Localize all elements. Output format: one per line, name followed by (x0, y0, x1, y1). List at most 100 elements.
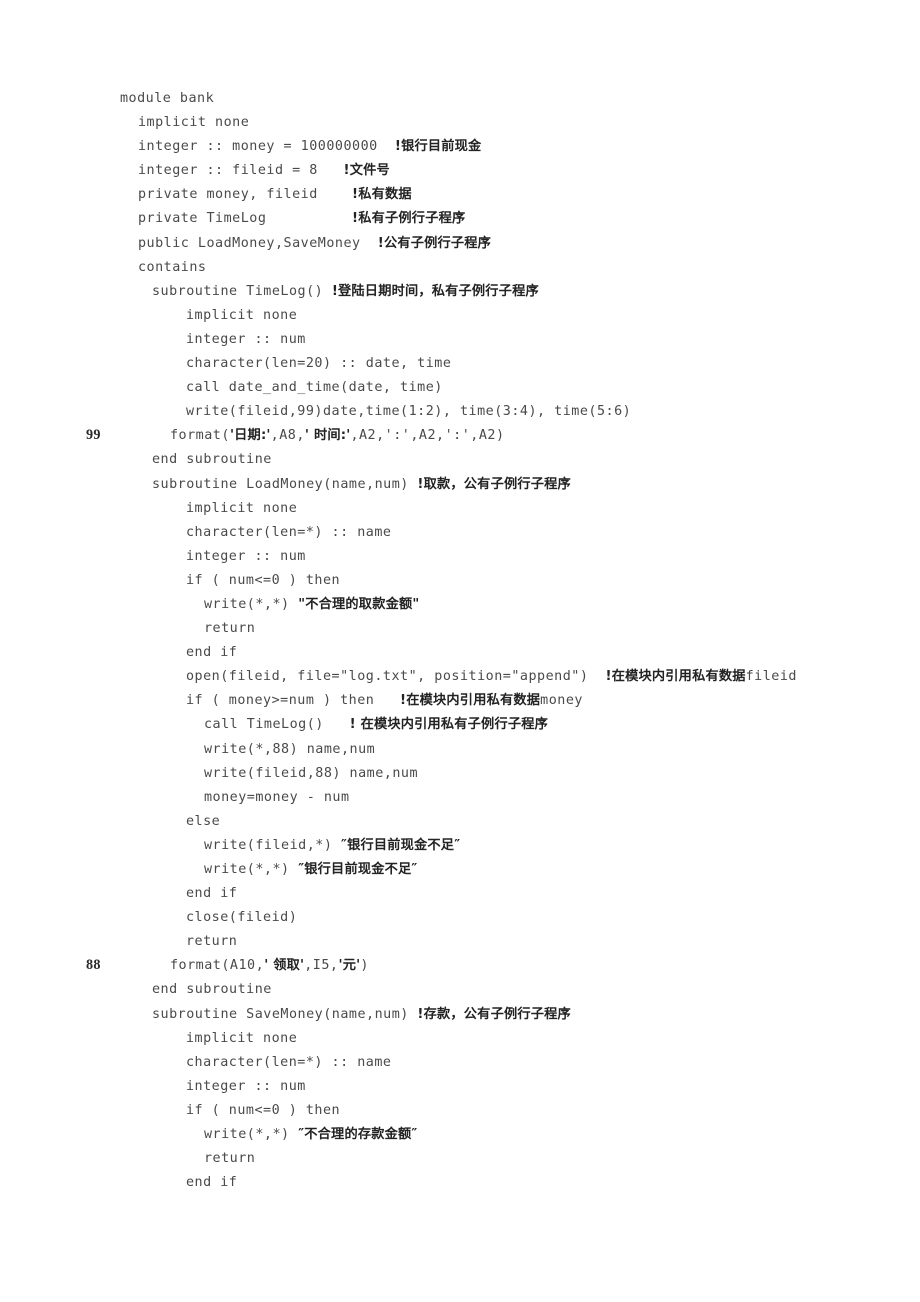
code-comment-text: "不合理的取款金额" (298, 596, 420, 612)
indent-spacer: integer :: money = 100000000 !银行目前现金 (120, 138, 481, 154)
code-token-text: close(fileid) (186, 910, 298, 926)
indent-spacer: return (120, 1150, 255, 1166)
code-statement: call TimeLog() ! 在模块内引用私有子例行子程序 (120, 712, 548, 737)
code-comment-text: '元' (338, 958, 361, 974)
code-token-text: fileid (745, 669, 797, 685)
code-token-text: return (204, 621, 256, 637)
code-token-text: return (204, 1151, 256, 1167)
code-token-text: module bank (120, 91, 215, 106)
code-line: if ( num<=0 ) then (86, 568, 886, 592)
code-statement: return (120, 616, 255, 641)
code-line: open(fileid, file="log.txt", position="a… (86, 664, 886, 688)
indent-spacer: private TimeLog !私有子例行子程序 (120, 210, 465, 226)
code-token-text: ,A2,':',A2,':',A2) (350, 428, 505, 444)
indent-spacer: integer :: num (120, 548, 306, 564)
indent-spacer: format(A10,' 领取',I5,'元') (120, 957, 369, 973)
indent-spacer: if ( money>=num ) then !在模块内引用私有数据money (120, 692, 583, 708)
code-line: implicit none (86, 1026, 886, 1050)
document-page: module bank implicit none integer :: money… (0, 0, 920, 1302)
indent-spacer: subroutine SaveMoney(name,num) !存款，公有子例行… (120, 1006, 571, 1022)
code-comment-text: '日期:' (229, 428, 271, 444)
code-statement: module bank (120, 86, 214, 111)
code-statement: integer :: num (120, 1074, 306, 1099)
code-token-text: end subroutine (152, 982, 272, 998)
code-token-text: character(len=*) :: name (186, 1054, 392, 1070)
code-statement: open(fileid, file="log.txt", position="a… (120, 664, 797, 689)
code-token-text: ) (360, 958, 369, 974)
code-comment-text: !银行目前现金 (394, 139, 482, 155)
code-statement: call date_and_time(date, time) (120, 375, 443, 400)
code-statement: character(len=20) :: date, time (120, 351, 451, 376)
code-comment-text: ″银行目前现金不足″ (341, 837, 461, 853)
indent-spacer: money=money - num (120, 789, 350, 805)
code-statement: character(len=*) :: name (120, 1050, 391, 1075)
indent-spacer: end subroutine (120, 451, 272, 467)
indent-spacer: end subroutine (120, 981, 272, 997)
code-token-text: call TimeLog() (204, 717, 350, 733)
code-token-text: write(*,*) (204, 862, 299, 877)
code-statement: return (120, 1146, 255, 1171)
code-line: module bank (86, 86, 886, 110)
code-statement: implicit none (120, 110, 249, 135)
indent-spacer: write(*,*) ″银行目前现金不足″ (120, 861, 417, 877)
code-token-text: subroutine LoadMoney(name,num) (152, 476, 418, 492)
code-statement: implicit none (120, 303, 297, 328)
indent-spacer: private money, fileid !私有数据 (120, 186, 412, 202)
code-statement: private money, fileid !私有数据 (120, 182, 412, 207)
code-line: integer :: num (86, 327, 886, 351)
code-token-text: integer :: fileid = 8 (138, 163, 344, 179)
indent-spacer: character(len=20) :: date, time (120, 355, 451, 371)
code-line: write(fileid,88) name,num (86, 761, 886, 785)
code-line: implicit none (86, 303, 886, 327)
code-line: end if (86, 1170, 886, 1194)
code-line: write(*,88) name,num (86, 737, 886, 761)
code-line: return (86, 929, 886, 953)
code-token-text: format( (170, 428, 230, 444)
indent-spacer: implicit none (120, 114, 249, 130)
indent-spacer: contains (120, 259, 207, 275)
indent-spacer: write(*,88) name,num (120, 741, 375, 757)
code-token-text: write(fileid,*) (204, 837, 341, 853)
code-line: integer :: num (86, 544, 886, 568)
code-token-text: call date_and_time(date, time) (186, 380, 443, 396)
code-token-text: integer :: num (186, 548, 306, 564)
code-line: write(*,*) "不合理的取款金额" (86, 592, 886, 616)
source-code-listing: module bank implicit none integer :: money… (86, 86, 886, 1194)
code-token-text: implicit none (186, 500, 298, 516)
code-line: write(fileid,99)date,time(1:2), time(3:4… (86, 399, 886, 423)
code-statement: close(fileid) (120, 905, 297, 930)
indent-spacer: open(fileid, file="log.txt", position="a… (120, 668, 797, 684)
code-token-text: ,I5, (304, 958, 339, 974)
code-line: public LoadMoney,SaveMoney !公有子例行子程序 (86, 231, 886, 255)
code-token-text: else (186, 813, 221, 829)
code-line: end subroutine (86, 977, 886, 1001)
code-token-text: public LoadMoney,SaveMoney (138, 235, 378, 251)
code-statement: write(fileid,88) name,num (120, 761, 418, 786)
code-token-text: write(fileid,99)date,time(1:2), time(3:4… (186, 404, 632, 420)
indent-spacer: write(fileid,*) ″银行目前现金不足″ (120, 837, 460, 853)
code-line: integer :: fileid = 8 !文件号 (86, 158, 886, 182)
indent-spacer: character(len=*) :: name (120, 524, 391, 540)
indent-spacer: integer :: fileid = 8 !文件号 (120, 162, 390, 178)
indent-spacer: close(fileid) (120, 909, 297, 925)
code-statement: end if (120, 1170, 237, 1195)
code-statement: integer :: money = 100000000 !银行目前现金 (120, 134, 481, 159)
code-statement: format('日期:',A8,' 时间:',A2,':',A2,':',A2) (120, 423, 505, 448)
indent-spacer: integer :: num (120, 1078, 306, 1094)
code-token-text: ,A8, (270, 428, 305, 444)
code-comment-text: ″不合理的存款金额″ (298, 1127, 418, 1143)
indent-spacer: write(*,*) "不合理的取款金额" (120, 596, 419, 612)
code-line: call date_and_time(date, time) (86, 375, 886, 399)
code-statement: else (120, 809, 220, 834)
code-line: private TimeLog !私有子例行子程序 (86, 206, 886, 230)
code-statement: private TimeLog !私有子例行子程序 (120, 206, 465, 231)
code-token-text: end if (186, 886, 238, 902)
indent-spacer: implicit none (120, 307, 297, 323)
code-comment-text: !取款，公有子例行子程序 (417, 476, 571, 492)
code-token-text: end if (186, 645, 238, 661)
code-line: character(len=20) :: date, time (86, 351, 886, 375)
code-statement: write(*,88) name,num (120, 737, 375, 762)
code-line: subroutine SaveMoney(name,num) !存款，公有子例行… (86, 1002, 886, 1026)
code-line: implicit none (86, 110, 886, 134)
code-statement: subroutine SaveMoney(name,num) !存款，公有子例行… (120, 1002, 571, 1027)
